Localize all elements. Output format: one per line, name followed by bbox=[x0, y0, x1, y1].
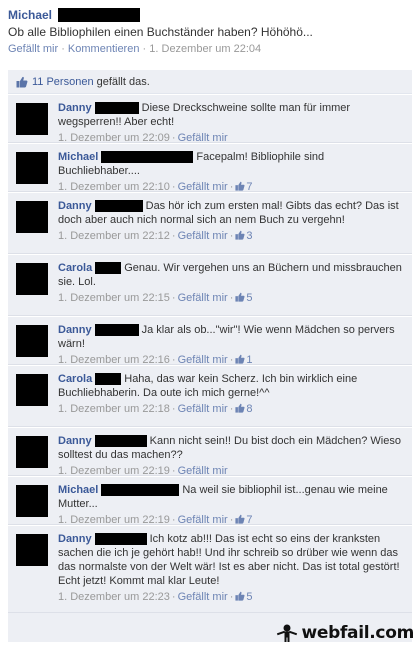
comment-item: Michael Na weil sie bibliophil ist...gena… bbox=[8, 476, 412, 526]
redacted-name-block bbox=[95, 373, 122, 386]
comment-author[interactable]: Michael bbox=[58, 151, 98, 163]
comment-meta: 1. Dezember um 22:15 · Gefällt mir · 5 bbox=[58, 291, 406, 306]
comment-body: Carola Genau. Wir vergehen uns an Büchern… bbox=[58, 261, 406, 289]
comment-meta: 1. Dezember um 22:23 · Gefällt mir · 5 bbox=[58, 590, 406, 605]
post-header: Michael Ob alle Bibliophilen einen Buchs… bbox=[8, 6, 412, 57]
thumbs-up-icon bbox=[235, 181, 245, 191]
comment-author[interactable]: Danny bbox=[58, 102, 92, 114]
comment-timestamp: 1. Dezember um 22:18 bbox=[58, 403, 170, 415]
comment-like-link[interactable]: Gefällt mir bbox=[178, 292, 228, 304]
post-like-link[interactable]: Gefällt mir bbox=[8, 43, 58, 55]
meta-separator: · bbox=[229, 591, 234, 603]
redacted-name-block bbox=[94, 533, 147, 546]
avatar[interactable] bbox=[16, 325, 48, 357]
likes-people-link[interactable]: 11 Personen bbox=[32, 76, 94, 88]
comments-feed: 11 Personen gefällt das. Danny Diese Drec… bbox=[8, 70, 412, 642]
post-text: Ob alle Bibliophilen einen Buchständer h… bbox=[8, 25, 313, 39]
avatar[interactable] bbox=[16, 436, 48, 468]
redacted-name-block bbox=[101, 151, 194, 164]
like-count-number: 5 bbox=[246, 292, 253, 304]
comment-item: Danny Ich kotz ab!!! Das ist echt so eins… bbox=[8, 525, 412, 613]
comment-body: Danny Ja klar als ob..."wir"! Wie wenn Mä… bbox=[58, 323, 406, 351]
like-count-number: 3 bbox=[246, 230, 253, 242]
redacted-name-block bbox=[94, 435, 147, 448]
avatar[interactable] bbox=[16, 152, 48, 184]
comment-item: Danny Diese Dreckschweine sollte man für … bbox=[8, 94, 412, 144]
meta-separator: · bbox=[171, 230, 176, 242]
comment-list: Danny Diese Dreckschweine sollte man für … bbox=[8, 94, 412, 613]
likes-suffix: gefällt das. bbox=[96, 75, 150, 88]
thumbs-up-icon bbox=[235, 514, 245, 524]
meta-separator: · bbox=[171, 591, 176, 603]
thumbs-up-icon bbox=[235, 403, 245, 413]
meta-separator: · bbox=[229, 292, 234, 304]
avatar[interactable] bbox=[16, 263, 48, 295]
post-comment-link[interactable]: Kommentieren bbox=[68, 43, 140, 55]
comment-author[interactable]: Danny bbox=[58, 435, 92, 447]
thumbs-up-icon bbox=[16, 76, 28, 87]
redacted-name-block bbox=[94, 102, 139, 115]
comment-like-count[interactable]: 5 bbox=[235, 292, 252, 304]
avatar[interactable] bbox=[16, 201, 48, 233]
avatar[interactable] bbox=[16, 534, 48, 566]
comment-like-count[interactable]: 3 bbox=[235, 230, 252, 242]
avatar[interactable] bbox=[16, 485, 48, 517]
comment-like-link[interactable]: Gefällt mir bbox=[178, 403, 228, 415]
comment-author[interactable]: Carola bbox=[58, 262, 92, 274]
webfail-logo-icon bbox=[277, 624, 298, 642]
comment-item: Danny Ja klar als ob..."wir"! Wie wenn Mä… bbox=[8, 316, 412, 366]
comment-author[interactable]: Michael bbox=[58, 484, 98, 496]
comment-body: Danny Diese Dreckschweine sollte man für … bbox=[58, 101, 406, 129]
watermark-text: webfail.com bbox=[301, 623, 414, 643]
thumbs-up-icon bbox=[235, 230, 245, 240]
avatar[interactable] bbox=[16, 103, 48, 135]
meta-separator: · bbox=[229, 230, 234, 242]
thumbs-up-icon bbox=[235, 292, 245, 302]
like-count-number: 5 bbox=[246, 591, 253, 603]
likes-summary: 11 Personen gefällt das. bbox=[8, 70, 412, 94]
comment-body: Carola Haha, das war kein Scherz. Ich bin… bbox=[58, 372, 406, 400]
thumbs-up-icon bbox=[235, 354, 245, 364]
comment-body: Danny Kann nicht sein!! Du bist doch ein … bbox=[58, 434, 406, 462]
comment-like-link[interactable]: Gefällt mir bbox=[178, 230, 228, 242]
comment-meta: 1. Dezember um 22:18 · Gefällt mir · 8 bbox=[58, 402, 406, 417]
comment-author[interactable]: Danny bbox=[58, 533, 92, 545]
comment-like-link[interactable]: Gefällt mir bbox=[178, 591, 228, 603]
comment-like-count[interactable]: 8 bbox=[235, 403, 252, 415]
comment-body: Michael Na weil sie bibliophil ist...gena… bbox=[58, 483, 406, 511]
post-meta: Gefällt mir · Kommentieren · 1. Dezember… bbox=[8, 43, 262, 55]
meta-separator: · bbox=[171, 292, 176, 304]
comment-author[interactable]: Carola bbox=[58, 373, 92, 385]
comment-timestamp: 1. Dezember um 22:23 bbox=[58, 591, 170, 603]
comment-body: Danny Ich kotz ab!!! Das ist echt so eins… bbox=[58, 532, 406, 588]
redacted-name-block bbox=[94, 324, 139, 337]
meta-separator: · bbox=[229, 403, 234, 415]
comment-timestamp: 1. Dezember um 22:12 bbox=[58, 230, 170, 242]
redacted-name-block bbox=[94, 200, 143, 213]
meta-separator: · bbox=[171, 403, 176, 415]
post-timestamp: 1. Dezember um 22:04 bbox=[149, 43, 262, 55]
comment-author[interactable]: Danny bbox=[58, 324, 92, 336]
post-author-name[interactable]: Michael bbox=[8, 8, 52, 22]
comment-like-count[interactable]: 5 bbox=[235, 591, 252, 603]
comment-item: Danny Kann nicht sein!! Du bist doch ein … bbox=[8, 427, 412, 477]
webfail-watermark: webfail.com bbox=[276, 623, 414, 643]
redacted-name-block bbox=[95, 262, 122, 275]
comment-meta: 1. Dezember um 22:12 · Gefällt mir · 3 bbox=[58, 229, 406, 244]
comment-item: Carola Haha, das war kein Scherz. Ich bin… bbox=[8, 365, 412, 427]
comment-author[interactable]: Danny bbox=[58, 200, 92, 212]
comment-item: Danny Das hör ich zum ersten mal! Gibts d… bbox=[8, 192, 412, 254]
comment-item: Michael Facepalm! Bibliophile sind Buchli… bbox=[8, 143, 412, 193]
comment-body: Michael Facepalm! Bibliophile sind Buchli… bbox=[58, 150, 406, 178]
like-count-number: 8 bbox=[246, 403, 253, 415]
comment-timestamp: 1. Dezember um 22:15 bbox=[58, 292, 170, 304]
comment-item: Carola Genau. Wir vergehen uns an Büchern… bbox=[8, 254, 412, 316]
redacted-name-block bbox=[101, 484, 180, 497]
thumbs-up-icon bbox=[235, 591, 245, 601]
redacted-name-block bbox=[58, 7, 141, 22]
comment-body: Danny Das hör ich zum ersten mal! Gibts d… bbox=[58, 199, 406, 227]
avatar[interactable] bbox=[16, 374, 48, 406]
